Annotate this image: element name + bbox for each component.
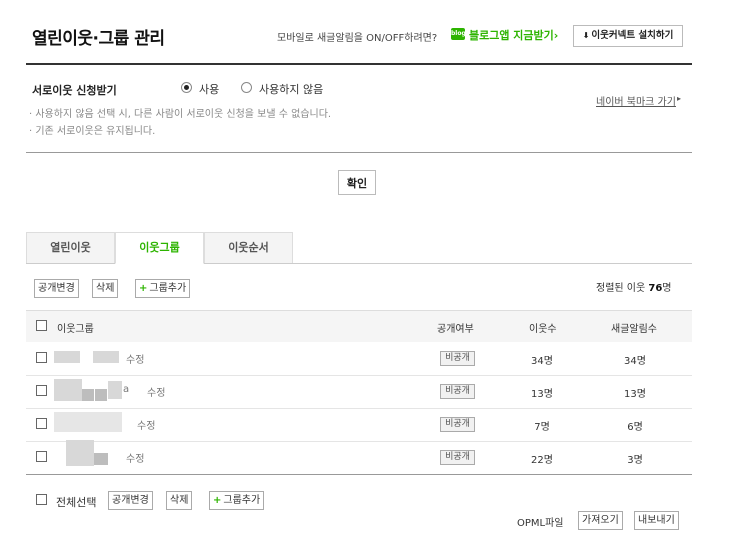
alert-count: 34명 [624,356,646,367]
download-icon: ⬇ [582,31,590,40]
export-button[interactable]: 내보내기 [634,511,679,530]
blog-app-icon: blog [451,28,466,40]
delete-button[interactable]: 삭제 [166,491,193,510]
redacted-group-name [54,412,122,432]
add-group-button[interactable]: + 그룹추가 [135,279,191,298]
row-checkbox[interactable] [36,352,47,363]
arrow-right-icon: ▸ [677,94,682,103]
add-group-button[interactable]: + 그룹추가 [209,491,265,510]
help-text-line: · 기존 서로이웃은 유지됩니다. [29,126,156,137]
redacted-group-name [95,389,107,401]
redacted-group-name [108,381,122,399]
row-divider [26,408,692,409]
row-checkbox[interactable] [36,418,47,429]
redacted-group-name [66,440,94,466]
row-divider [26,375,692,376]
title-divider [26,63,692,65]
header-select-checkbox[interactable] [36,320,47,331]
select-all-label[interactable]: 전체선택 [56,494,96,510]
change-visibility-button[interactable]: 공개변경 [34,279,79,298]
plus-icon: + [213,495,222,506]
visibility-badge[interactable]: 비공개 [440,384,475,399]
visibility-badge[interactable]: 비공개 [440,450,475,465]
tab-open-neighbors[interactable]: 열린이웃 [26,232,115,264]
install-neighbor-connect-button[interactable]: ⬇ 이웃커넥트 설치하기 [573,25,683,47]
sorted-neighbor-count: 정렬된 이웃 76명 [596,279,672,294]
edit-group-link[interactable]: 수정 [137,417,155,432]
column-header-group: 이웃그룹 [57,324,94,335]
radio-use[interactable] [181,82,192,93]
alert-count: 3명 [627,455,643,466]
neighbor-count: 34명 [531,356,553,367]
plus-icon: + [139,283,148,294]
section-divider [26,152,692,153]
neighbor-request-label: 서로이웃 신청받기 [32,84,117,97]
edit-group-link[interactable]: 수정 [147,384,165,399]
help-text-line: · 사용하지 않음 선택 시, 다른 사람이 서로이웃 신청을 보낼 수 없습니… [29,109,332,120]
opml-file-label: OPML파일 [517,518,564,529]
count-suffix: 명 [662,283,672,294]
visibility-badge[interactable]: 비공개 [440,417,475,432]
edit-group-link[interactable]: 수정 [126,351,144,366]
column-header-alert-count: 새글알림수 [611,324,657,335]
page-title: 열린이웃·그룹 관리 [32,29,165,49]
import-button[interactable]: 가져오기 [578,511,623,530]
alert-count: 6명 [627,422,643,433]
mobile-alert-note: 모바일로 새글알림을 ON/OFF하려면? [277,33,438,44]
row-divider [26,441,692,442]
column-header-neighbor-count: 이웃수 [529,324,557,335]
neighbor-count: 7명 [534,422,550,433]
redacted-group-name [94,453,108,465]
radio-not-use[interactable] [241,82,252,93]
naver-bookmark-link[interactable]: 네이버 북마크 가기 [596,93,676,108]
confirm-button[interactable]: 확인 [338,170,376,195]
radio-use-label[interactable]: 사용 [199,81,219,97]
visibility-badge[interactable]: 비공개 [440,351,475,366]
redacted-group-name [54,379,82,401]
redacted-group-name [82,389,94,401]
count-value: 76 [648,283,663,294]
tab-neighbor-order[interactable]: 이웃순서 [204,232,293,264]
table-header [26,310,692,342]
tab-neighbor-groups[interactable]: 이웃그룹 [115,232,204,264]
blog-app-download-link[interactable]: 블로그앱 지금받기› [469,27,558,43]
row-checkbox[interactable] [36,451,47,462]
group-name-fragment: a [123,384,130,395]
alert-count: 13명 [624,389,646,400]
edit-group-link[interactable]: 수정 [126,450,144,465]
row-checkbox[interactable] [36,385,47,396]
table-bottom-divider [26,474,692,475]
add-group-label: 그룹추가 [149,283,187,294]
add-group-label: 그룹추가 [223,495,261,506]
count-prefix: 정렬된 이웃 [596,283,646,294]
select-all-checkbox[interactable] [36,494,47,505]
redacted-group-name [93,351,119,363]
install-neighbor-connect-label: 이웃커넥트 설치하기 [591,30,674,41]
radio-not-use-label[interactable]: 사용하지 않음 [259,81,323,97]
redacted-group-name [54,351,80,363]
delete-button[interactable]: 삭제 [92,279,119,298]
change-visibility-button[interactable]: 공개변경 [108,491,153,510]
neighbor-count: 13명 [531,389,553,400]
column-header-visibility: 공개여부 [437,324,474,335]
neighbor-count: 22명 [531,455,553,466]
